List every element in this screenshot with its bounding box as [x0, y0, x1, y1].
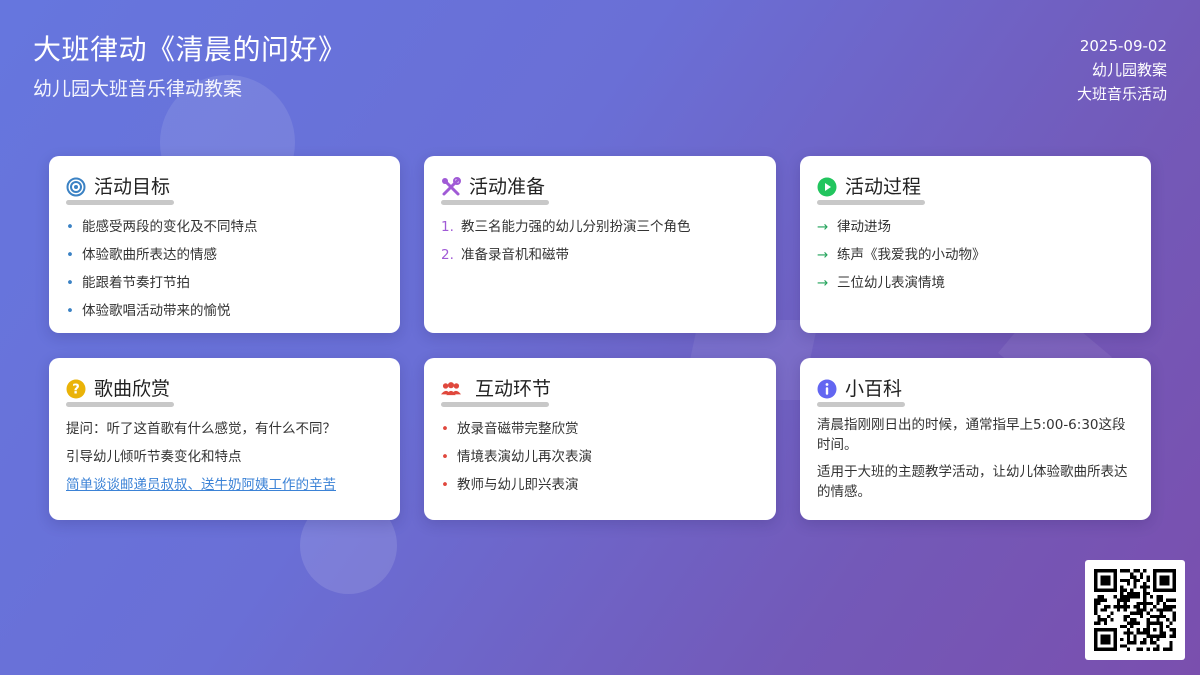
title-underline [817, 200, 925, 205]
paragraph: 适用于大班的主题教学活动，让幼儿体验歌曲所表达的情感。 [817, 464, 1128, 500]
page-header: 大班律动《清晨的问好》 幼儿园大班音乐律动教案 [33, 30, 347, 102]
question-text: 提问：听了这首歌有什么感觉，有什么不同？ [66, 421, 336, 437]
title-underline [66, 200, 174, 205]
discussion-link[interactable]: 简单谈谈邮递员叔叔、送牛奶阿姨工作的辛苦 [66, 471, 383, 499]
list-item: • 放录音磁带完整欣赏 [441, 421, 579, 437]
svg-text:?: ? [72, 383, 80, 398]
title-underline [441, 200, 549, 205]
title-underline [66, 402, 174, 407]
question-icon: ? [66, 379, 86, 399]
card-song-appreciation: ? 歌曲欣赏 提问：听了这首歌有什么感觉，有什么不同？ 引导幼儿倾听节奏变化和特… [49, 358, 400, 520]
page-meta: 2025-09-02 幼儿园教案 大班音乐活动 [1077, 34, 1167, 106]
card-title: 小百科 [845, 378, 903, 400]
card-preparation: 活动准备 1. 教三名能力强的幼儿分别扮演三个角色 2. 准备录音机和磁带 [424, 156, 776, 333]
card-title: 活动目标 [94, 176, 171, 198]
info-icon [817, 379, 837, 399]
card-title: 活动过程 [845, 176, 922, 198]
page-title: 大班律动《清晨的问好》 [33, 33, 347, 66]
list-item: • 教师与幼儿即兴表演 [441, 477, 579, 493]
list-item: • 能感受两段的变化及不同特点 [66, 219, 258, 235]
list-item: • 情境表演幼儿再次表演 [441, 449, 592, 465]
qr-code [1085, 560, 1185, 660]
card-encyclopedia: 小百科 清晨指刚刚日出的时候，通常指早上5:00-6:30这段时间。 适用于大班… [800, 358, 1151, 520]
card-goals: 活动目标 • 能感受两段的变化及不同特点 • 体验歌曲所表达的情感 • 能跟着节奏打节… [49, 156, 400, 333]
date-label: 2025-09-02 [1079, 37, 1167, 55]
title-underline [441, 402, 549, 407]
card-title: 互动环节 [475, 378, 552, 400]
list-item: • 体验歌唱活动带来的愉悦 [66, 303, 231, 319]
tools-icon [441, 177, 461, 197]
card-process: 活动过程 → 律动进场 → 练声《我爱我的小动物》 → 三位幼儿表演情境 [800, 156, 1151, 333]
list-item: • 体验歌曲所表达的情感 [66, 247, 217, 263]
title-underline [817, 402, 905, 407]
paragraph: 清晨指刚刚日出的时候，通常指早上5:00-6:30这段时间。 [817, 417, 1126, 453]
list-item: • 能跟着节奏打节拍 [66, 275, 190, 291]
activity-type-label: 大班音乐活动 [1076, 85, 1167, 103]
list-item: → 三位幼儿表演情境 [817, 275, 945, 291]
users-icon [441, 379, 461, 399]
card-interaction: 互动环节 • 放录音磁带完整欣赏 • 情境表演幼儿再次表演 • 教师与幼儿即兴表演 [424, 358, 776, 520]
guide-text: 引导幼儿倾听节奏变化和特点 [66, 449, 242, 465]
play-icon [817, 177, 837, 197]
card-title: 歌曲欣赏 [94, 378, 171, 400]
list-item: 2. 准备录音机和磁带 [441, 247, 569, 263]
target-icon [66, 177, 86, 197]
list-item: 1. 教三名能力强的幼儿分别扮演三个角色 [441, 219, 691, 235]
list-item: → 练声《我爱我的小动物》 [817, 247, 986, 263]
card-title: 活动准备 [469, 176, 546, 198]
page-subtitle: 幼儿园大班音乐律动教案 [33, 78, 243, 100]
category-label: 幼儿园教案 [1091, 61, 1167, 79]
list-item: → 律动进场 [817, 219, 891, 235]
